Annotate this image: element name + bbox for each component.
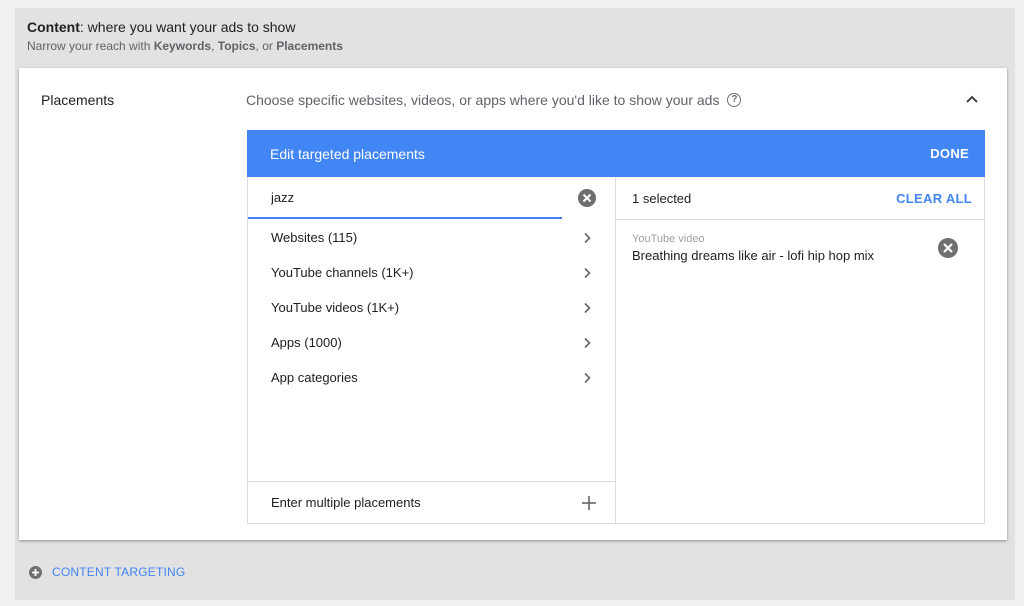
content-targeting-panel: Content: where you want your ads to show… [15,8,1015,600]
category-youtube-channels[interactable]: YouTube channels (1K+) [248,255,615,290]
chevron-right-icon [584,267,591,278]
category-websites[interactable]: Websites (115) [248,220,615,255]
chevron-right-icon [584,232,591,243]
selected-pane: 1 selected CLEAR ALL YouTube video Breat… [616,177,984,523]
category-label: Apps (1000) [271,335,342,350]
plus-icon [582,495,596,510]
selected-item-type: YouTube video [632,233,705,245]
section-description: Choose specific websites, videos, or app… [246,92,742,108]
title-bold: Content [27,19,80,35]
sub-sep2: , or [255,39,277,53]
selected-header: 1 selected CLEAR ALL [616,177,984,220]
sub-prefix: Narrow your reach with [27,39,154,53]
content-targeting-label: CONTENT TARGETING [52,565,186,579]
placements-editor: Edit targeted placements DONE Websites (… [247,130,985,524]
search-pane: Websites (115) YouTube channels (1K+) Yo… [248,177,616,523]
chevron-up-icon[interactable] [963,90,981,108]
add-circle-icon [29,565,42,579]
selected-item-name: Breathing dreams like air - lofi hip hop… [632,248,875,263]
sub-placements: Placements [276,39,343,53]
chevron-right-icon [584,337,591,348]
category-label: YouTube channels (1K+) [271,265,414,280]
done-button[interactable]: DONE [930,146,969,161]
search-input[interactable] [248,177,562,219]
selected-count: 1 selected [632,190,692,206]
category-list: Websites (115) YouTube channels (1K+) Yo… [248,219,615,395]
section-description-text: Choose specific websites, videos, or app… [246,92,720,108]
close-circle-icon[interactable] [938,238,958,258]
chevron-right-icon [584,302,591,313]
section-label: Placements [41,92,115,108]
category-app-categories[interactable]: App categories [248,360,615,395]
category-youtube-videos[interactable]: YouTube videos (1K+) [248,290,615,325]
title-rest: : where you want your ads to show [79,19,296,35]
search-row [248,177,615,219]
placements-card: Placements Choose specific websites, vid… [19,68,1007,540]
help-circle-icon[interactable]: ? [727,93,742,107]
category-label: Websites (115) [271,230,358,245]
category-label: App categories [271,370,358,385]
chevron-right-icon [584,372,591,383]
close-circle-icon[interactable] [578,189,596,207]
sub-sep1: , [211,39,218,53]
selected-item: YouTube video Breathing dreams like air … [616,220,984,276]
enter-multiple-placements-button[interactable]: Enter multiple placements [248,481,615,523]
content-header-title: Content: where you want your ads to show [27,18,343,36]
content-header-subtitle: Narrow your reach with Keywords, Topics,… [27,39,343,54]
category-label: YouTube videos (1K+) [271,300,400,315]
sub-topics: Topics [217,39,256,53]
enter-multiple-label: Enter multiple placements [271,495,421,510]
editor-title: Edit targeted placements [270,145,425,162]
category-apps[interactable]: Apps (1000) [248,325,615,360]
content-targeting-link[interactable]: CONTENT TARGETING [29,565,185,579]
content-header: Content: where you want your ads to show… [27,18,343,54]
sub-keywords: Keywords [153,39,212,53]
editor-header-bar: Edit targeted placements DONE [247,130,985,177]
clear-all-button[interactable]: CLEAR ALL [896,191,972,206]
